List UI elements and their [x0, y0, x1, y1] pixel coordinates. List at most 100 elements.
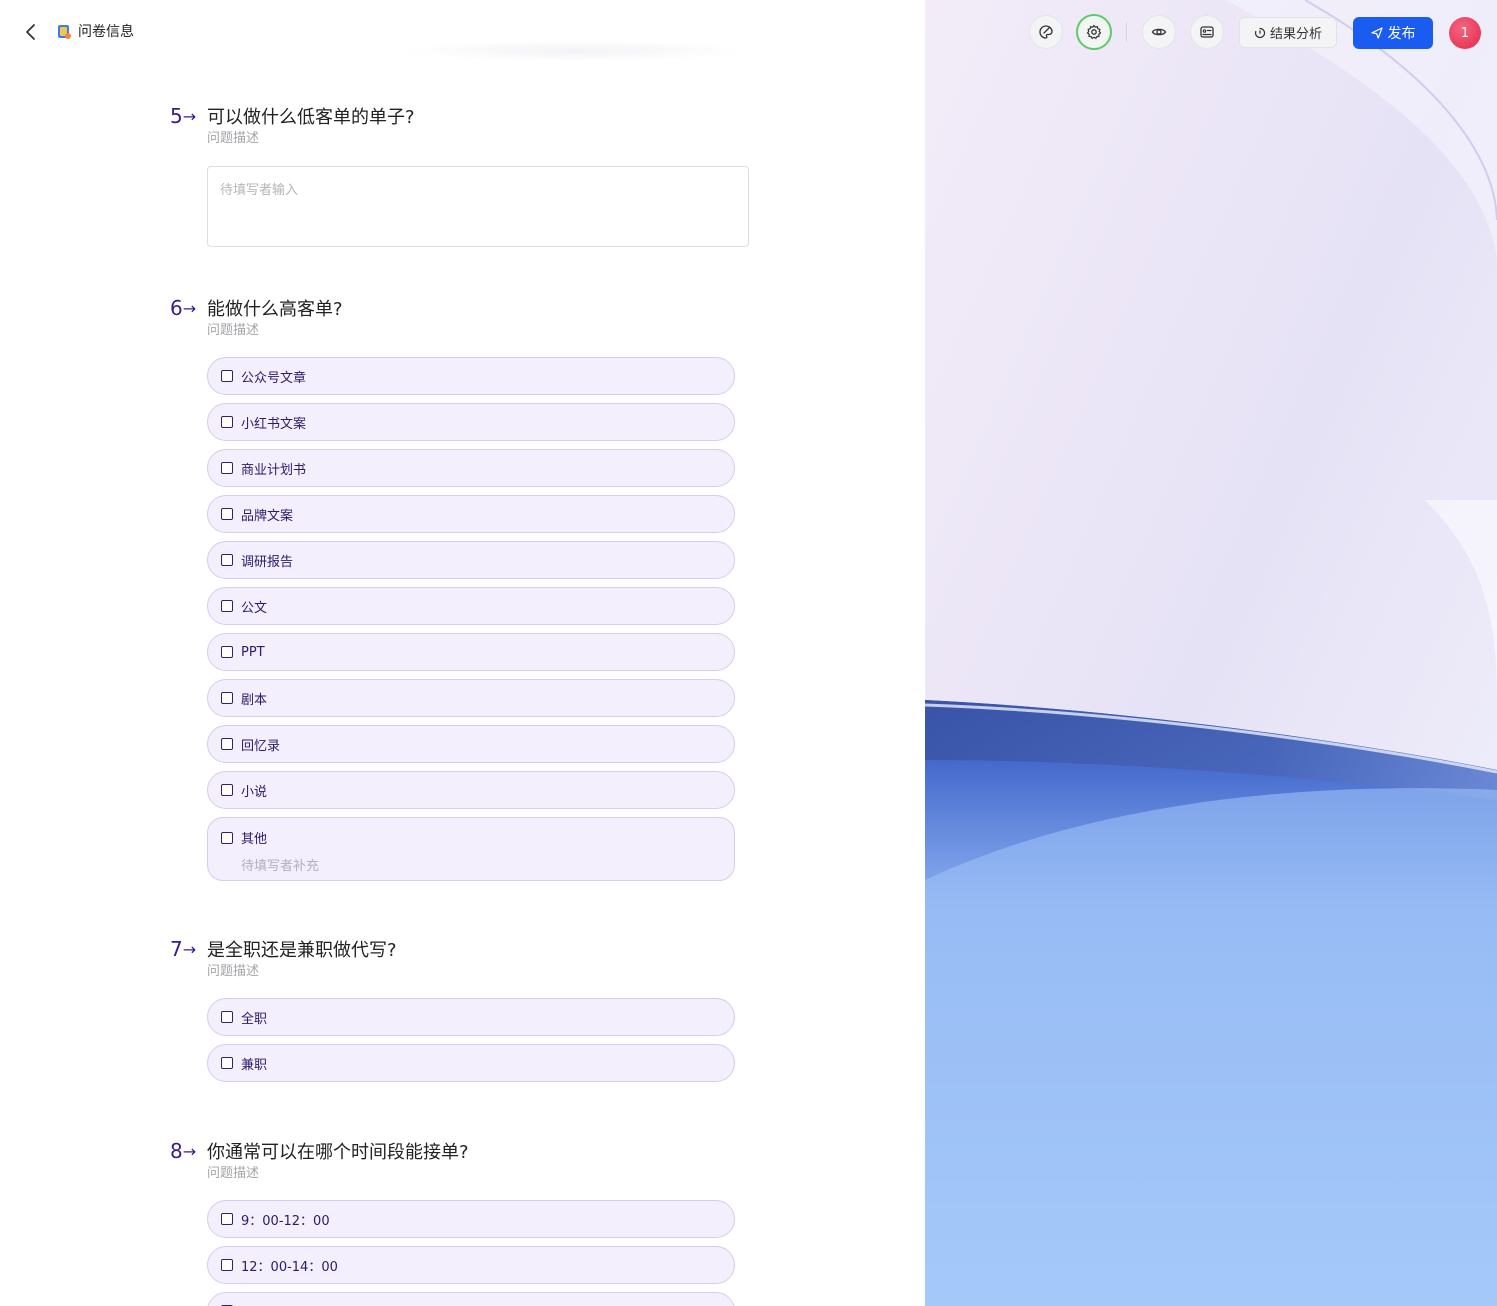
- option-item[interactable]: 商业计划书: [207, 449, 735, 487]
- checkbox-icon[interactable]: [221, 692, 233, 704]
- editor-panel: 问卷信息 5 → 可以做什么低客单的单子? 问题描述 待填写者输入 6 → 能做什么…: [0, 0, 925, 1306]
- option-label: 回忆录: [241, 738, 281, 754]
- palette-icon: [1039, 25, 1053, 39]
- option-label: 12：00-14：00: [241, 1259, 338, 1275]
- question-number-text: 6: [170, 296, 183, 320]
- back-button[interactable]: [18, 19, 44, 45]
- preview-button[interactable]: [1142, 15, 1176, 49]
- question-title[interactable]: 是全职还是兼职做代写?: [207, 936, 397, 962]
- option-label: 其他: [241, 832, 268, 847]
- option-item[interactable]: 公文: [207, 587, 735, 625]
- arrow-right-icon: →: [182, 298, 196, 318]
- question-6: 6 → 能做什么高客单? 问题描述 公众号文章 小红书文案 商业计划书 品牌文案 …: [170, 295, 750, 889]
- app-logo-icon: [58, 25, 71, 39]
- question-description[interactable]: 问题描述: [207, 129, 750, 149]
- question-description[interactable]: 问题描述: [207, 321, 750, 341]
- gear-icon: [1086, 24, 1102, 39]
- avatar-badge: 1: [1460, 25, 1470, 41]
- question-number-text: 7: [170, 937, 183, 961]
- publish-button[interactable]: 发布: [1353, 17, 1433, 49]
- question-7: 7 → 是全职还是兼职做代写? 问题描述 全职 兼职: [170, 936, 750, 1090]
- question-8: 8 → 你通常可以在哪个时间段能接单? 问题描述 9：00-12：00 12：00…: [170, 1138, 750, 1306]
- option-label: 调研报告: [241, 554, 294, 570]
- option-item[interactable]: 全职: [207, 998, 735, 1036]
- question-title[interactable]: 能做什么高客单?: [207, 295, 343, 321]
- checkbox-icon[interactable]: [221, 1057, 233, 1069]
- option-item[interactable]: 剧本: [207, 679, 735, 717]
- option-label: 商业计划书: [241, 462, 307, 478]
- option-label: 公众号文章: [241, 370, 307, 386]
- option-item[interactable]: 12：00-14：00: [207, 1246, 735, 1284]
- option-item[interactable]: 小说: [207, 771, 735, 809]
- theme-button[interactable]: [1029, 15, 1063, 49]
- question-number: 8 →: [170, 1139, 207, 1163]
- option-label: 9：00-12：00: [241, 1213, 330, 1229]
- option-item[interactable]: PPT: [207, 633, 735, 671]
- question-header: 7 → 是全职还是兼职做代写?: [170, 936, 750, 962]
- theme-background: [925, 0, 1497, 1306]
- option-label: 公文: [241, 600, 268, 616]
- checkbox-icon[interactable]: [221, 370, 233, 382]
- option-item[interactable]: 9：00-12：00: [207, 1200, 735, 1238]
- options-list: 9：00-12：00 12：00-14：00: [207, 1200, 750, 1306]
- arrow-right-icon: →: [182, 939, 196, 959]
- question-number: 5 →: [170, 104, 207, 128]
- question-header: 5 → 可以做什么低客单的单子?: [170, 103, 750, 129]
- option-row: 其他: [221, 828, 267, 847]
- publish-label: 发布: [1387, 26, 1416, 42]
- question-5: 5 → 可以做什么低客单的单子? 问题描述 待填写者输入: [170, 103, 750, 247]
- toolbar-divider: [1126, 22, 1127, 42]
- question-number-text: 5: [170, 104, 183, 128]
- option-item[interactable]: 调研报告: [207, 541, 735, 579]
- checkbox-icon[interactable]: [221, 784, 233, 796]
- question-title[interactable]: 可以做什么低客单的单子?: [207, 103, 415, 129]
- options-list: 全职 兼职: [207, 998, 750, 1082]
- option-label: 小红书文案: [241, 416, 307, 432]
- option-label: 品牌文案: [241, 508, 294, 524]
- option-label: 全职: [241, 1011, 268, 1027]
- checkbox-icon[interactable]: [221, 1213, 233, 1225]
- option-item[interactable]: 回忆录: [207, 725, 735, 763]
- question-description[interactable]: 问题描述: [207, 1164, 750, 1184]
- question-number: 6 →: [170, 296, 207, 320]
- option-item[interactable]: 公众号文章: [207, 357, 735, 395]
- question-description[interactable]: 问题描述: [207, 962, 750, 982]
- options-list: 公众号文章 小红书文案 商业计划书 品牌文案 调研报告 公文 PPT 剧本 回忆…: [207, 357, 750, 881]
- option-item-other[interactable]: 其他 待填写者补充: [207, 817, 735, 881]
- checkbox-icon[interactable]: [221, 462, 233, 474]
- app-title: 问卷信息: [78, 24, 134, 40]
- option-label: 兼职: [241, 1057, 268, 1073]
- settings-button[interactable]: [1076, 14, 1112, 50]
- option-label: PPT: [241, 644, 265, 660]
- question-header: 8 → 你通常可以在哪个时间段能接单?: [170, 1138, 750, 1164]
- analysis-button[interactable]: 结果分析: [1239, 17, 1337, 48]
- checkbox-icon[interactable]: [221, 416, 233, 428]
- option-item[interactable]: 小红书文案: [207, 403, 735, 441]
- question-header: 6 → 能做什么高客单?: [170, 295, 750, 321]
- answer-textarea[interactable]: 待填写者输入: [207, 166, 749, 247]
- arrow-right-icon: →: [182, 106, 196, 126]
- checkbox-icon[interactable]: [221, 1011, 233, 1023]
- checkbox-icon[interactable]: [221, 646, 233, 658]
- question-number: 7 →: [170, 937, 207, 961]
- option-label: 小说: [241, 784, 268, 800]
- user-avatar[interactable]: 1: [1449, 17, 1481, 49]
- checkbox-icon[interactable]: [221, 738, 233, 750]
- checkbox-icon[interactable]: [221, 508, 233, 520]
- analysis-label: 结果分析: [1269, 27, 1322, 42]
- question-title[interactable]: 你通常可以在哪个时间段能接单?: [207, 1138, 469, 1164]
- checkbox-icon[interactable]: [221, 1259, 233, 1271]
- option-item-partial[interactable]: [207, 1292, 735, 1306]
- option-item[interactable]: 兼职: [207, 1044, 735, 1082]
- arrow-right-icon: →: [182, 1141, 196, 1161]
- send-icon: [1370, 27, 1383, 39]
- outline-button[interactable]: [1190, 15, 1224, 49]
- checkbox-icon[interactable]: [221, 831, 233, 844]
- checkbox-icon[interactable]: [221, 554, 233, 566]
- option-item[interactable]: 品牌文案: [207, 495, 735, 533]
- other-input-placeholder[interactable]: 待填写者补充: [241, 855, 319, 874]
- checkbox-icon[interactable]: [221, 600, 233, 612]
- background-art: [925, 0, 1497, 1306]
- card-list-icon: [1200, 26, 1214, 38]
- question-number-text: 8: [170, 1139, 183, 1163]
